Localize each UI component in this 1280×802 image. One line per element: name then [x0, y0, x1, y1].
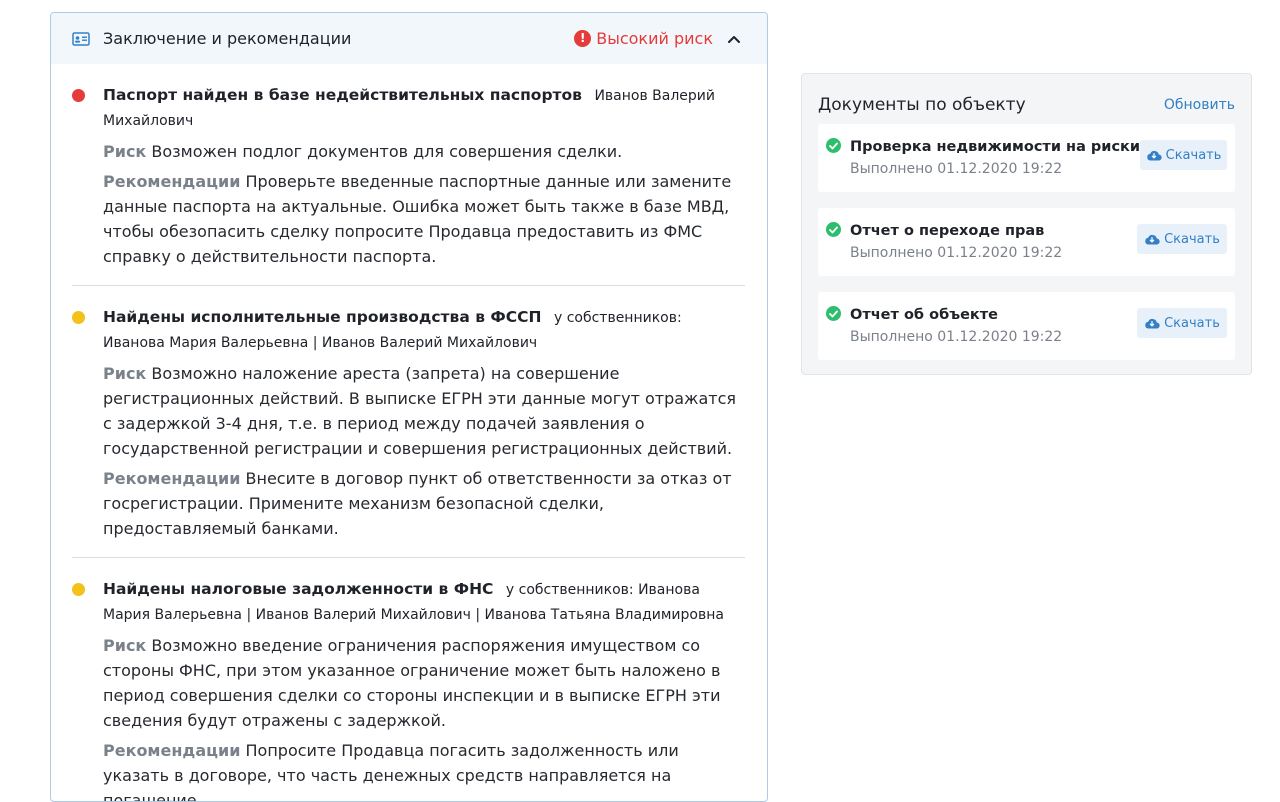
id-card-icon	[72, 31, 90, 46]
document-status: Выполнено 01.12.2020 19:22	[850, 329, 1063, 345]
recommendation-label: Рекомендации	[103, 469, 241, 488]
document-item: Отчет об объекте Выполнено 01.12.2020 19…	[818, 292, 1235, 360]
recommendation-label: Рекомендации	[103, 172, 241, 191]
documents-title: Документы по объекту	[818, 94, 1026, 115]
documents-header: Документы по объекту Обновить	[802, 74, 1251, 120]
download-button[interactable]: Скачать	[1137, 308, 1227, 338]
severity-yellow-dot-icon	[72, 583, 85, 596]
finding-item: Паспорт найден в базе недействительных п…	[72, 64, 745, 286]
document-status: Выполнено 01.12.2020 19:22	[850, 161, 1063, 177]
finding-item: Найдены налоговые задолженности в ФНС у …	[72, 558, 745, 801]
finding-risk: Риск Возможен подлог документов для сове…	[103, 139, 745, 164]
findings-list: Паспорт найден в базе недействительных п…	[51, 64, 767, 801]
finding-risk: Риск Возможно наложение ареста (запрета)…	[103, 361, 745, 461]
conclusion-header[interactable]: Заключение и рекомендации ! Высокий риск	[51, 13, 767, 64]
conclusion-title: Заключение и рекомендации	[103, 29, 352, 48]
documents-card: Документы по объекту Обновить Проверка н…	[801, 73, 1252, 375]
document-name: Отчет о переходе прав	[850, 223, 1045, 239]
conclusion-panel: Заключение и рекомендации ! Высокий риск…	[50, 12, 768, 802]
download-label: Скачать	[1165, 147, 1222, 163]
cloud-download-icon	[1146, 149, 1162, 161]
risk-text: Возможен подлог документов для совершени…	[151, 142, 623, 161]
document-item: Проверка недвижимости на риски Выполнено…	[818, 124, 1235, 192]
check-circle-icon	[826, 306, 841, 321]
risk-level-badge: ! Высокий риск	[574, 29, 713, 48]
risk-level-label: Высокий риск	[596, 29, 713, 48]
finding-title: Найдены исполнительные производства в ФС…	[103, 308, 542, 326]
check-circle-icon	[826, 222, 841, 237]
finding-title: Паспорт найден в базе недействительных п…	[103, 86, 582, 104]
document-info: Отчет об объекте Выполнено 01.12.2020 19…	[850, 305, 1137, 347]
document-name: Отчет об объекте	[850, 307, 999, 323]
documents-list: Проверка недвижимости на риски Выполнено…	[802, 124, 1251, 360]
document-item: Отчет о переходе прав Выполнено 01.12.20…	[818, 208, 1235, 276]
finding-risk: Риск Возможно введение ограничения распо…	[103, 633, 745, 733]
recommendation-label: Рекомендации	[103, 741, 241, 760]
finding-header: Паспорт найден в базе недействительных п…	[103, 83, 745, 134]
risk-label: Риск	[103, 364, 147, 383]
document-status: Выполнено 01.12.2020 19:22	[850, 245, 1063, 261]
download-label: Скачать	[1164, 315, 1220, 331]
cloud-download-icon	[1144, 317, 1160, 329]
cloud-download-icon	[1144, 233, 1160, 245]
finding-header: Найдены исполнительные производства в ФС…	[103, 305, 745, 356]
document-name: Проверка недвижимости на риски	[850, 139, 1141, 155]
risk-text: Возможно введение ограничения распоряжен…	[103, 636, 721, 730]
finding-header: Найдены налоговые задолженности в ФНС у …	[103, 577, 745, 628]
severity-yellow-dot-icon	[72, 311, 85, 324]
refresh-link[interactable]: Обновить	[1164, 97, 1235, 113]
exclamation-icon: !	[574, 30, 592, 47]
check-circle-icon	[826, 138, 841, 153]
download-label: Скачать	[1164, 231, 1220, 247]
risk-label: Риск	[103, 142, 147, 161]
chevron-up-icon[interactable]	[727, 34, 741, 44]
finding-title: Найдены налоговые задолженности в ФНС	[103, 580, 494, 598]
risk-text: Возможно наложение ареста (запрета) на с…	[103, 364, 737, 458]
finding-recommendation: Рекомендации Проверьте введенные паспорт…	[103, 169, 745, 269]
download-button[interactable]: Скачать	[1140, 140, 1227, 170]
risk-label: Риск	[103, 636, 147, 655]
severity-red-dot-icon	[72, 89, 85, 102]
finding-item: Найдены исполнительные производства в ФС…	[72, 286, 745, 558]
finding-recommendation: Рекомендации Попросите Продавца погасить…	[103, 738, 745, 801]
finding-recommendation: Рекомендации Внесите в договор пункт об …	[103, 466, 745, 541]
document-info: Проверка недвижимости на риски Выполнено…	[850, 137, 1140, 179]
download-button[interactable]: Скачать	[1137, 224, 1227, 254]
document-info: Отчет о переходе прав Выполнено 01.12.20…	[850, 221, 1137, 263]
